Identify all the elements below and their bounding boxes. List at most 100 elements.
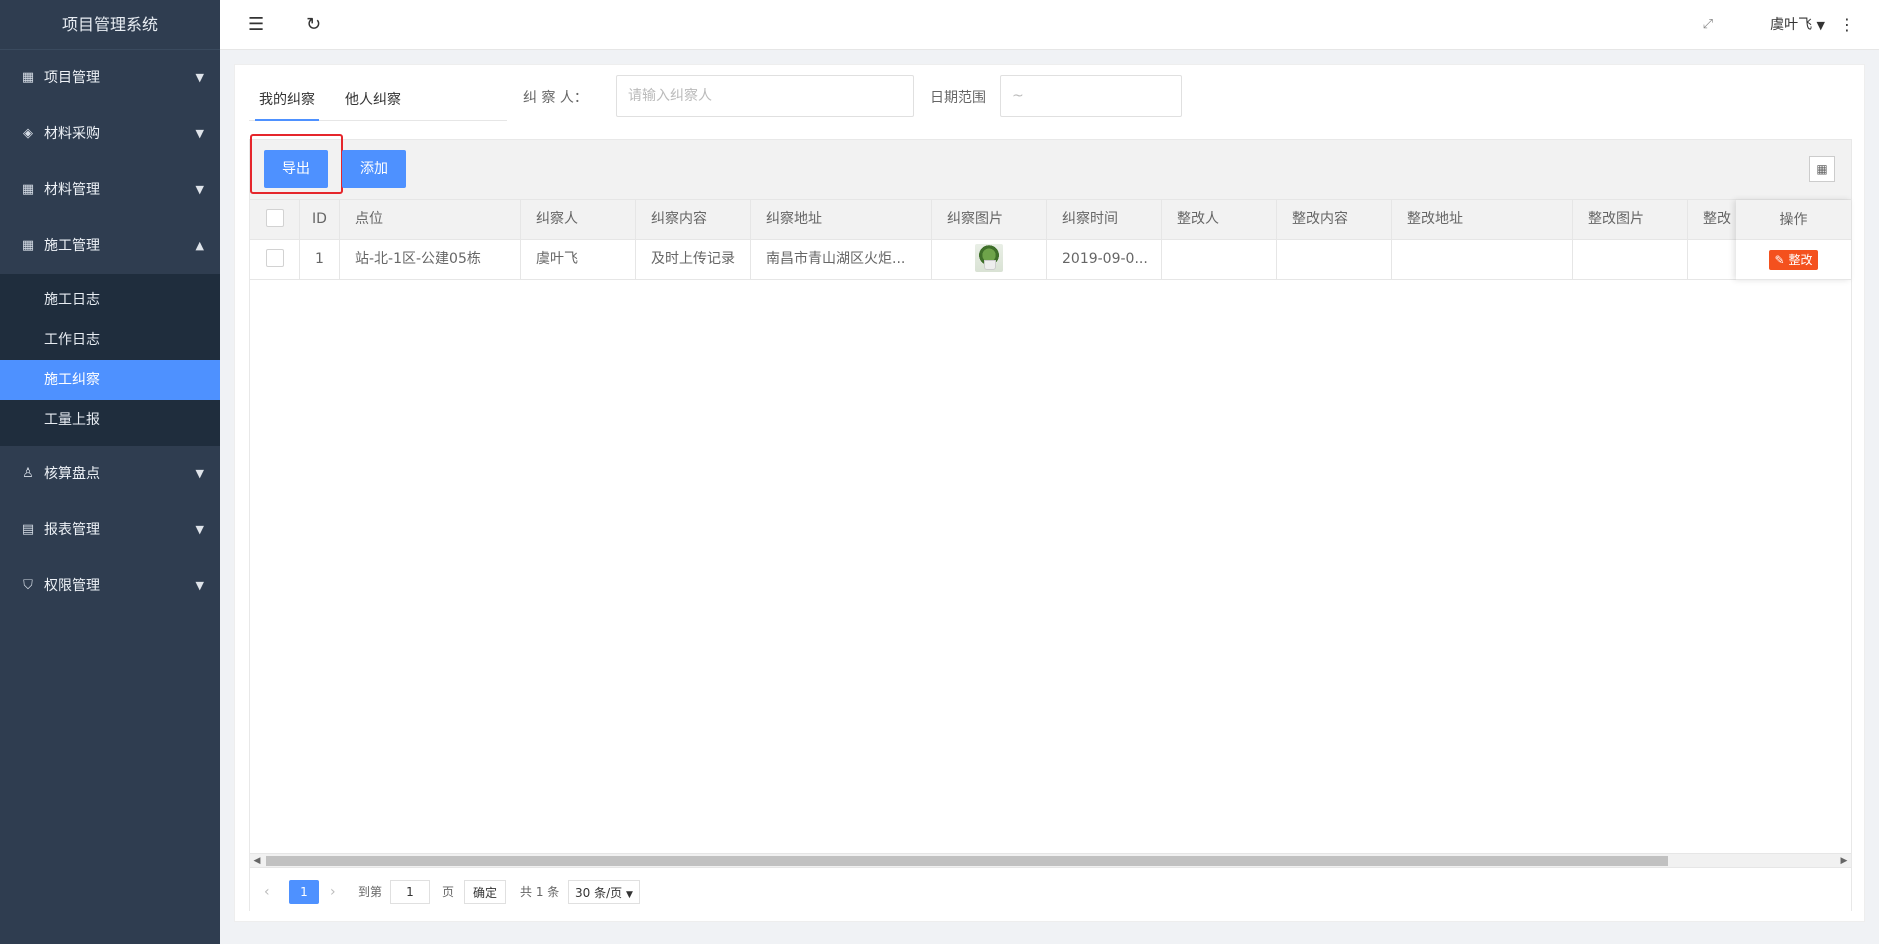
refresh-icon[interactable]: ↻ bbox=[306, 0, 321, 50]
sidebar-item-reports[interactable]: ▤ 报表管理 ▼ bbox=[0, 502, 220, 558]
sidebar-item-label: 施工管理 bbox=[44, 238, 100, 254]
grid-icon: ▦ bbox=[21, 182, 35, 197]
page-size-value: 30 条/页 bbox=[575, 886, 623, 900]
row-actions-cell: ✎ 整改 bbox=[1736, 240, 1851, 280]
sidebar-item-procurement[interactable]: ◈ 材料采购 ▼ bbox=[0, 106, 220, 162]
sidebar-subitem-work-log[interactable]: 工作日志 bbox=[0, 320, 220, 360]
row-time: 2019-09-0... bbox=[1047, 240, 1162, 279]
sidebar-item-materials[interactable]: ▦ 材料管理 ▼ bbox=[0, 162, 220, 218]
fullscreen-icon[interactable]: ⤢ bbox=[1703, 0, 1713, 50]
table-toolbar: 导出 添加 ▦ bbox=[250, 134, 1851, 200]
sidebar-item-label: 权限管理 bbox=[44, 578, 100, 594]
scroll-left-arrow-icon[interactable]: ◀ bbox=[250, 854, 264, 868]
column-header-content[interactable]: 纠察内容 bbox=[636, 200, 751, 239]
add-button[interactable]: 添加 bbox=[342, 150, 406, 188]
row-id: 1 bbox=[300, 240, 340, 279]
next-page-icon[interactable]: › bbox=[330, 880, 336, 904]
caret-down-icon: ▼ bbox=[195, 467, 204, 480]
export-button[interactable]: 导出 bbox=[264, 150, 328, 188]
goto-page-input[interactable] bbox=[390, 880, 430, 904]
column-header-fixer[interactable]: 整改人 bbox=[1162, 200, 1277, 239]
goto-prefix: 到第 bbox=[358, 885, 383, 899]
more-vertical-icon[interactable]: ⋮ bbox=[1839, 0, 1855, 50]
scrollbar-thumb[interactable] bbox=[266, 856, 1668, 866]
grid-icon: ▦ bbox=[21, 70, 35, 85]
goto-suffix: 页 bbox=[442, 885, 455, 899]
scroll-right-arrow-icon[interactable]: ▶ bbox=[1837, 854, 1851, 868]
sidebar-item-label: 报表管理 bbox=[44, 522, 100, 538]
caret-down-icon: ▼ bbox=[625, 890, 633, 900]
sidebar-item-label: 材料采购 bbox=[44, 126, 100, 142]
table-row[interactable]: 1 站-北-1区-公建05栋 虞叶飞 及时上传记录 南昌市青山湖区火炬... 2… bbox=[250, 240, 1851, 280]
row-content: 及时上传记录 bbox=[636, 240, 751, 279]
date-range-input[interactable] bbox=[1000, 75, 1182, 117]
caret-down-icon: ▼ bbox=[195, 523, 204, 536]
column-header-id[interactable]: ID bbox=[300, 200, 340, 239]
row-fix-content bbox=[1277, 240, 1392, 279]
row-checkbox[interactable] bbox=[265, 249, 284, 267]
row-fix-image bbox=[1573, 240, 1688, 279]
total-count: 共 1 条 bbox=[520, 885, 560, 899]
sidebar-item-project[interactable]: ▦ 项目管理 ▼ bbox=[0, 50, 220, 106]
app-title: 项目管理系统 bbox=[0, 0, 220, 50]
caret-down-icon: ▼ bbox=[195, 579, 204, 592]
sidebar-subitem-construction-log[interactable]: 施工日志 bbox=[0, 280, 220, 320]
caret-down-icon: ▼ bbox=[195, 183, 204, 196]
rectify-button[interactable]: ✎ 整改 bbox=[1768, 250, 1819, 270]
caret-down-icon: ▼ bbox=[195, 127, 204, 140]
column-header-fix-address[interactable]: 整改地址 bbox=[1392, 200, 1573, 239]
user-name: 虞叶飞 bbox=[1770, 17, 1813, 33]
column-header-time[interactable]: 纠察时间 bbox=[1047, 200, 1162, 239]
inspector-input[interactable] bbox=[616, 75, 914, 117]
column-header-location[interactable]: 点位 bbox=[340, 200, 521, 239]
sidebar-item-accounting[interactable]: ♙ 核算盘点 ▼ bbox=[0, 446, 220, 502]
row-fixer bbox=[1162, 240, 1277, 279]
column-header-inspector[interactable]: 纠察人 bbox=[521, 200, 636, 239]
select-all-checkbox[interactable] bbox=[265, 209, 284, 227]
table-header: ID 点位 纠察人 纠察内容 纠察地址 纠察图片 纠察时间 整改人 整改内容 整… bbox=[250, 200, 1851, 240]
user-menu[interactable]: 虞叶飞 ▼ bbox=[1770, 0, 1825, 51]
row-inspector: 虞叶飞 bbox=[521, 240, 636, 279]
column-settings-icon[interactable]: ▦ bbox=[1809, 156, 1835, 182]
sidebar: 项目管理系统 ▦ 项目管理 ▼ ◈ 材料采购 ▼ ▦ 材料管理 ▼ ▦ 施工管理… bbox=[0, 0, 220, 944]
prev-page-icon[interactable]: ‹ bbox=[264, 880, 270, 904]
data-table: 导出 添加 ▦ ID 点位 纠察人 纠察内容 纠察地址 纠察图片 纠察时间 整改… bbox=[249, 134, 1852, 911]
grid-icon: ▦ bbox=[21, 238, 35, 253]
inspector-label: 纠 察 人： bbox=[523, 90, 588, 106]
construction-submenu: 施工日志 工作日志 施工纠察 工量上报 bbox=[0, 274, 220, 446]
column-header-fix-content[interactable]: 整改内容 bbox=[1277, 200, 1392, 239]
column-header-address[interactable]: 纠察地址 bbox=[751, 200, 932, 239]
date-range-label: 日期范围 bbox=[930, 90, 986, 106]
tab-my-inspections[interactable]: 我的纠察 bbox=[255, 79, 319, 121]
sidebar-item-permissions[interactable]: ⛉ 权限管理 ▼ bbox=[0, 558, 220, 614]
report-icon: ▤ bbox=[21, 522, 35, 537]
sidebar-item-label: 核算盘点 bbox=[44, 466, 100, 482]
sidebar-item-construction[interactable]: ▦ 施工管理 ▲ bbox=[0, 218, 220, 274]
column-header-fix-image[interactable]: 整改图片 bbox=[1573, 200, 1688, 239]
page-size-select[interactable]: 30 条/页 ▼ bbox=[568, 880, 640, 904]
sidebar-subitem-inspection[interactable]: 施工纠察 bbox=[0, 360, 220, 400]
shield-icon: ⛉ bbox=[23, 578, 33, 593]
layers-icon: ◈ bbox=[23, 126, 33, 141]
goto-confirm-button[interactable]: 确定 bbox=[464, 880, 507, 904]
tab-others-inspections[interactable]: 他人纠察 bbox=[345, 79, 401, 121]
pagination: ‹ 1 › 到第 页 确定 共 1 条 30 条/页 ▼ bbox=[250, 867, 1851, 911]
plant-image-thumbnail[interactable] bbox=[975, 243, 1003, 272]
caret-down-icon: ▼ bbox=[1816, 19, 1825, 32]
horizontal-scrollbar[interactable]: ◀ ▶ bbox=[250, 853, 1851, 867]
fixed-action-column: 操作 ✎ 整改 bbox=[1736, 200, 1851, 280]
sidebar-subitem-workload-report[interactable]: 工量上报 bbox=[0, 400, 220, 440]
row-image-cell bbox=[932, 240, 1047, 279]
menu-collapse-icon[interactable]: ☰ bbox=[248, 0, 264, 50]
rectify-button-label: 整改 bbox=[1788, 253, 1813, 267]
tab-bar: 我的纠察 他人纠察 bbox=[249, 79, 507, 121]
content-panel: 我的纠察 他人纠察 纠 察 人： 日期范围 导出 添加 ▦ ID 点位 纠察人 … bbox=[234, 64, 1865, 922]
select-all-cell bbox=[250, 200, 300, 239]
sidebar-item-label: 材料管理 bbox=[44, 182, 100, 198]
page-number-current[interactable]: 1 bbox=[289, 880, 319, 904]
column-header-image[interactable]: 纠察图片 bbox=[932, 200, 1047, 239]
caret-up-icon: ▲ bbox=[195, 239, 204, 252]
row-address: 南昌市青山湖区火炬... bbox=[751, 240, 932, 279]
top-bar: ☰ ↻ ⤢ 虞叶飞 ▼ ⋮ bbox=[220, 0, 1879, 50]
row-select-cell bbox=[250, 240, 300, 279]
